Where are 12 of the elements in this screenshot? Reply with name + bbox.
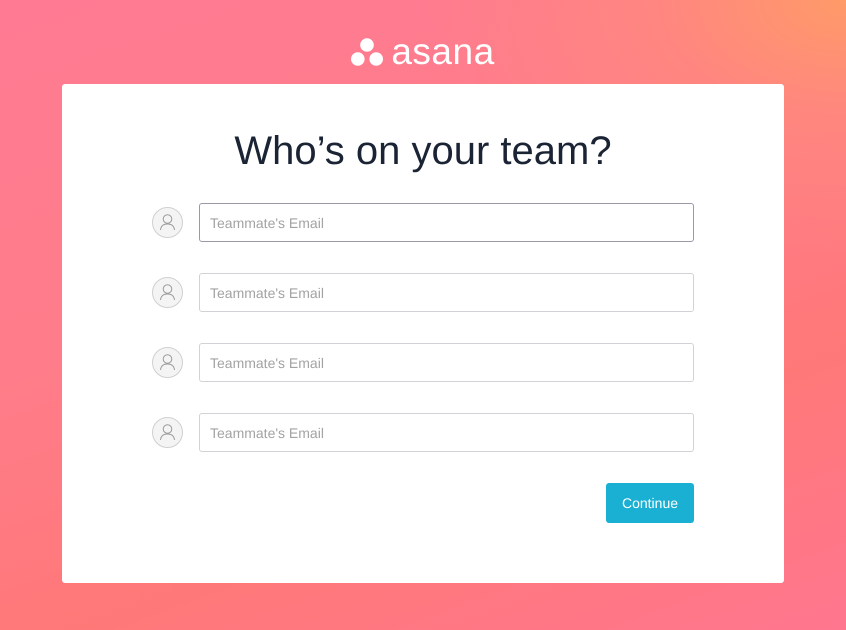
logo-dots-icon xyxy=(351,38,384,66)
page-title: Who’s on your team? xyxy=(233,128,613,175)
email-input-field[interactable]: Teammate's Email xyxy=(199,273,694,312)
avatar-placeholder-icon xyxy=(152,347,183,378)
avatar-placeholder-icon xyxy=(152,277,183,308)
email-input-field[interactable]: Teammate's Email xyxy=(199,413,694,452)
avatar-placeholder-icon xyxy=(152,207,183,238)
email-input-field[interactable]: Teammate's Email xyxy=(199,203,694,242)
continue-button[interactable]: Continue xyxy=(606,483,694,523)
email-input-field[interactable]: Teammate's Email xyxy=(199,343,694,382)
logo-wordmark: asana xyxy=(391,32,495,72)
avatar-placeholder-icon xyxy=(152,417,183,448)
